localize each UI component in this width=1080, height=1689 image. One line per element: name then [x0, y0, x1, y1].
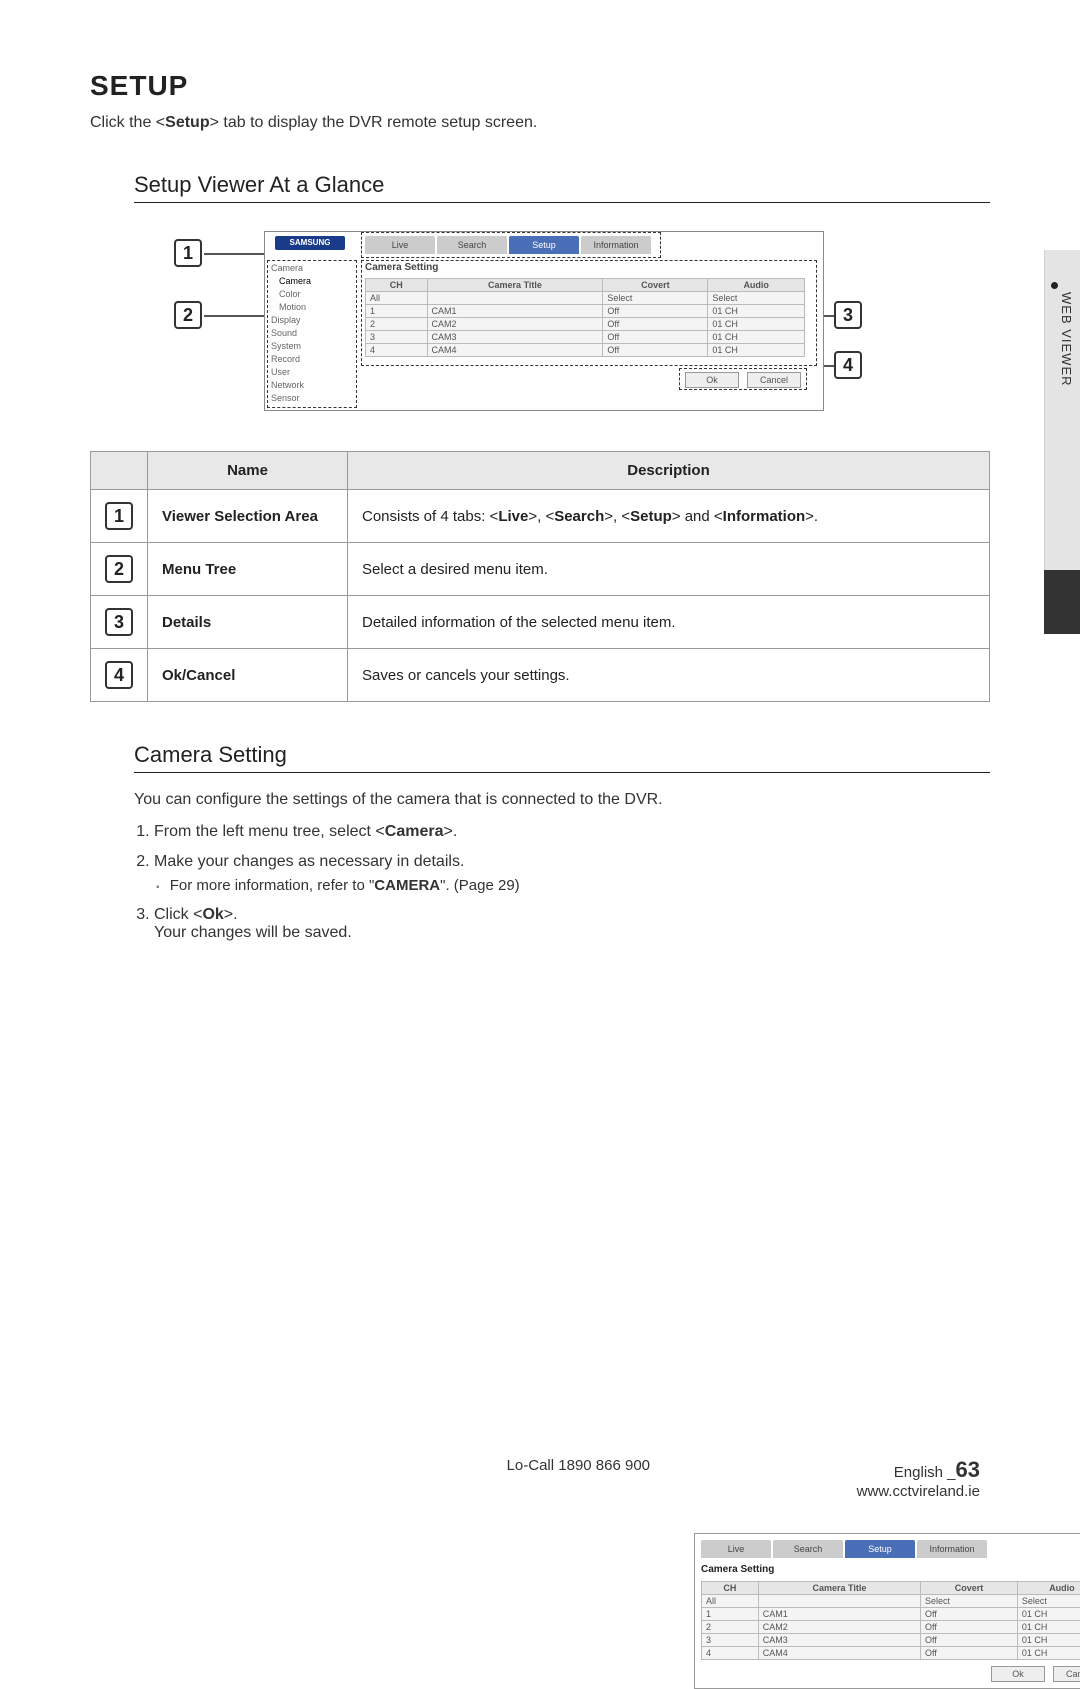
footer-right: English _63 www.cctvireland.ie — [857, 1457, 980, 1500]
step-2: Make your changes as necessary in detail… — [154, 853, 564, 894]
dash-buttons — [679, 368, 807, 390]
camera-setting-intro: You can configure the settings of the ca… — [134, 791, 990, 809]
tab-information[interactable]: Information — [917, 1540, 987, 1558]
tab-setup[interactable]: Setup — [845, 1540, 915, 1558]
logo-brand: SAMSUNG — [275, 236, 345, 250]
dash-details — [361, 260, 817, 366]
table-row: 4 Ok/Cancel Saves or cancels your settin… — [91, 649, 990, 702]
callout-2: 2 — [174, 301, 202, 329]
step-3: Click <Ok>. Your changes will be saved. — [154, 906, 564, 942]
bullet-icon — [1051, 282, 1058, 289]
tab-search[interactable]: Search — [773, 1540, 843, 1558]
cancel-button[interactable]: Cancel — [1053, 1666, 1080, 1682]
section-setup-viewer: Setup Viewer At a Glance — [134, 172, 990, 203]
camera-table-small: CH Camera Title Covert Audio AllSelectSe… — [701, 1581, 1080, 1660]
description-table: Name Description 1 Viewer Selection Area… — [90, 451, 990, 702]
steps-list: From the left menu tree, select <Camera>… — [134, 823, 564, 942]
dash-tabs — [361, 232, 661, 258]
step-1: From the left menu tree, select <Camera>… — [154, 823, 564, 841]
callout-3: 3 — [834, 301, 862, 329]
page-footer: Lo-Call 1890 866 900 English _63 www.cct… — [0, 1457, 1080, 1500]
step-2-sub: For more information, refer to "CAMERA".… — [154, 877, 564, 894]
dash-tree — [267, 260, 357, 408]
side-dark-marker — [1044, 570, 1080, 634]
table-row: 1 Viewer Selection Area Consists of 4 ta… — [91, 490, 990, 543]
footer-phone: Lo-Call 1890 866 900 — [100, 1457, 857, 1500]
table-row: 2 Menu Tree Select a desired menu item. — [91, 543, 990, 596]
camera-setting-screenshot: Live Search Setup Information Camera Set… — [694, 1533, 1080, 1689]
page-title: SETUP — [90, 70, 990, 102]
side-tab: WEB VIEWER — [1044, 250, 1080, 570]
intro-text: Click the <Setup> tab to display the DVR… — [90, 114, 990, 132]
section-camera-setting: Camera Setting — [134, 742, 990, 773]
callout-1: 1 — [174, 239, 202, 267]
table-row: 3 Details Detailed information of the se… — [91, 596, 990, 649]
tab-live[interactable]: Live — [701, 1540, 771, 1558]
callout-4: 4 — [834, 351, 862, 379]
diagram: 1 2 3 4 SAMSUNG Live Search Setup Inform… — [134, 221, 990, 421]
ok-button[interactable]: Ok — [991, 1666, 1045, 1682]
side-tab-label: WEB VIEWER — [1059, 292, 1074, 387]
viewer-mock-window: SAMSUNG Live Search Setup Information Ca… — [264, 231, 824, 411]
